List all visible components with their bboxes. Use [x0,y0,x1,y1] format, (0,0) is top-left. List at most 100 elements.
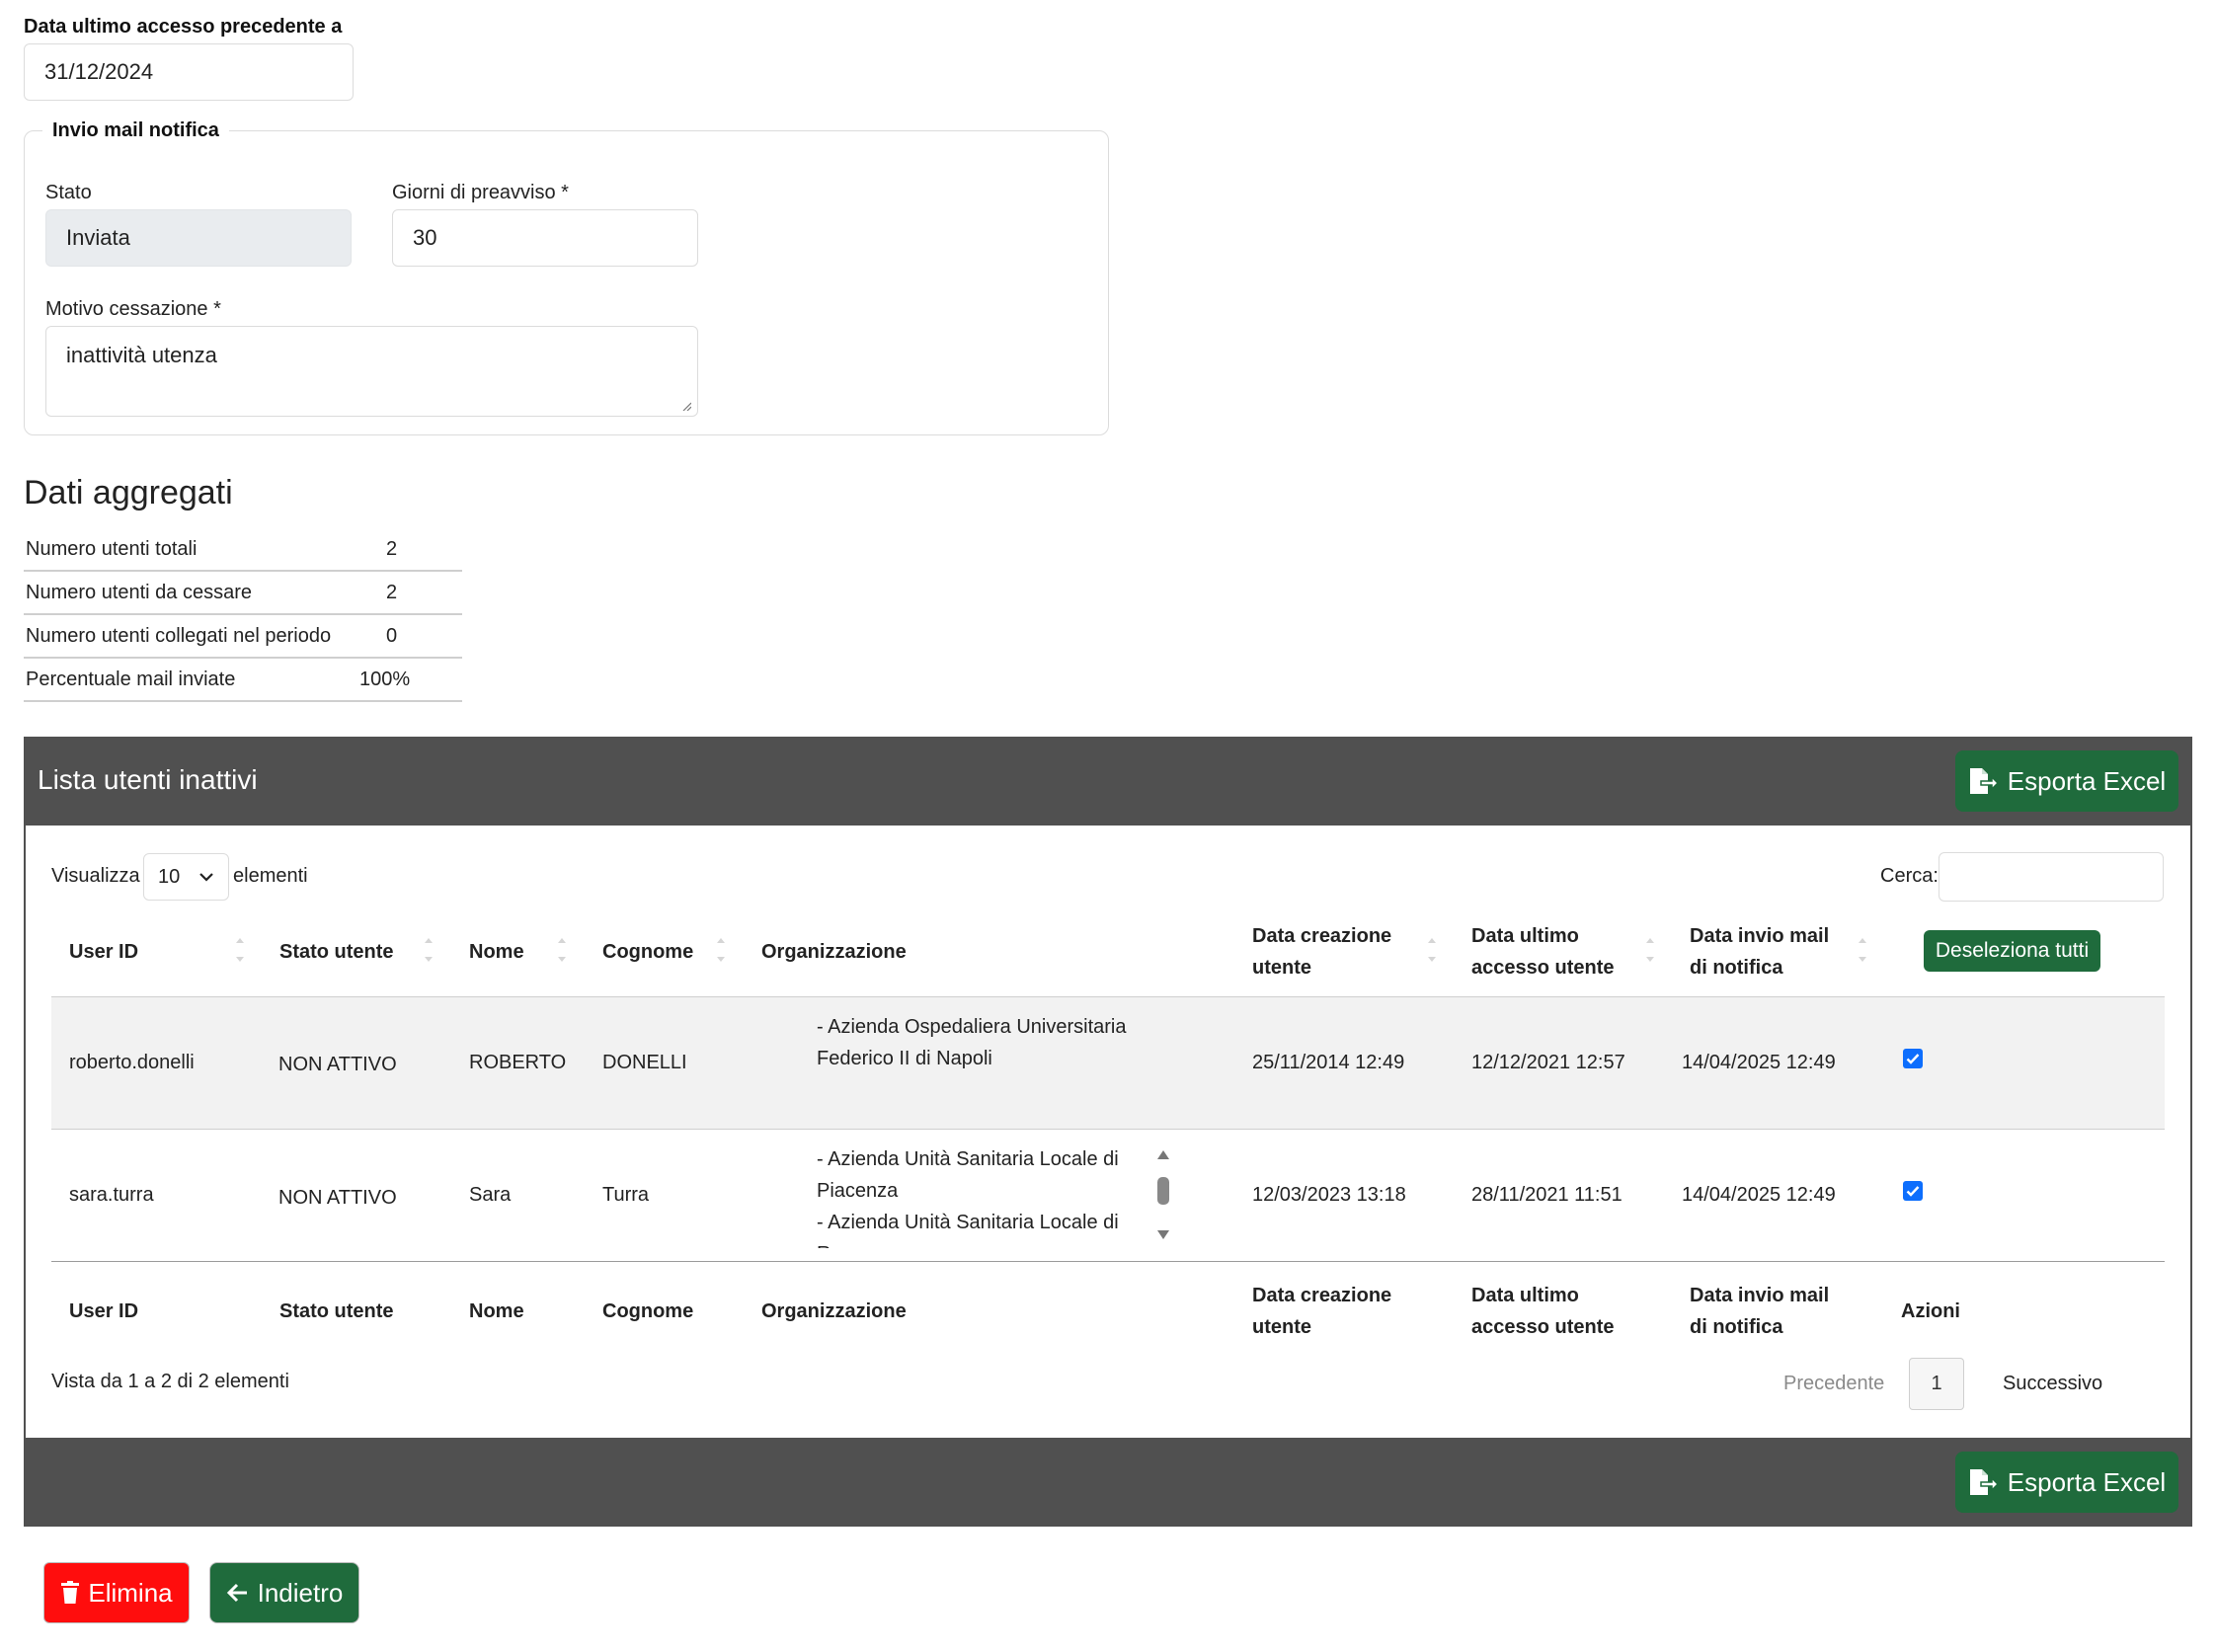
col-org[interactable]: Organizzazione [761,936,907,968]
cell-cognome: Turra [602,1184,650,1206]
search-input[interactable] [1939,852,2164,902]
stato-field: Inviata [45,209,352,267]
delete-button[interactable]: Elimina [43,1562,190,1623]
cell-accesso: 12/12/2021 12:57 [1471,1052,1625,1073]
motivo-textarea[interactable]: inattività utenza [45,326,698,417]
col-cognome[interactable]: Cognome [602,936,693,968]
page-length-value: 10 [158,865,181,888]
foot-col-user-id: User ID [69,1300,139,1322]
back-label: Indietro [257,1577,344,1608]
agg-row-connected: Numero utenti collegati nel periodo 0 [24,615,462,659]
last-access-input[interactable]: 31/12/2024 [24,43,354,101]
notify-legend: Invio mail notifica [52,119,219,141]
org-line: - Azienda Ospedaliera Universitaria [817,1016,1127,1038]
foot-col-creazione-line2: utente [1252,1316,1311,1338]
foot-col-accesso: Data ultimo accesso utente [1471,1280,1615,1343]
check-icon [1906,1186,1920,1197]
cell-accesso: 28/11/2021 11:51 [1471,1184,1622,1206]
search-label: Cerca: [1880,865,1939,887]
agg-row-total: Numero utenti totali 2 [24,528,462,572]
elements-label: elementi [233,865,308,887]
col-invio[interactable]: Data invio mail di notifica [1690,920,1829,983]
col-creazione[interactable]: Data creazione utente [1252,920,1391,983]
agg-value: 100% [359,669,411,690]
col-creazione-line1: Data creazione [1252,925,1392,947]
agg-label: Numero utenti da cessare [26,582,253,603]
last-access-label: Data ultimo accesso precedente a [24,16,343,38]
stato-label: Stato [45,182,92,203]
sort-icon[interactable] [1644,935,1656,965]
foot-col-accesso-line2: accesso utente [1471,1316,1615,1338]
resize-grip-icon[interactable] [681,401,691,411]
export-excel-button-top[interactable]: Esporta Excel [1955,750,2178,812]
col-invio-line2: di notifica [1690,957,1783,979]
foot-col-accesso-line1: Data ultimo [1471,1285,1579,1306]
cell-nome: ROBERTO [469,1052,567,1073]
table-info: Vista da 1 a 2 di 2 elementi [51,1371,289,1392]
pagination-prev[interactable]: Precedente [1783,1373,1884,1395]
row-checkbox[interactable] [1903,1181,1923,1201]
cell-stato: NON ATTIVO [278,1054,397,1075]
inactive-users-panel: Lista utenti inattivi Esporta Excel Espo… [24,737,2192,1527]
col-stato[interactable]: Stato utente [279,936,394,968]
cell-org: - Azienda Ospedaliera Universitaria Fede… [817,1011,1127,1074]
sort-icon[interactable] [715,935,727,965]
cell-creazione: 12/03/2023 13:18 [1252,1184,1406,1206]
foot-col-invio-line2: di notifica [1690,1316,1783,1338]
cell-user-id: roberto.donelli [69,1052,195,1073]
foot-col-invio-line1: Data invio mail [1690,1285,1830,1306]
arrow-left-icon [226,1583,247,1603]
sort-icon[interactable] [556,935,568,965]
deselect-all-label: Deseleziona tutti [1935,939,2090,962]
col-creazione-line2: utente [1252,957,1311,979]
foot-col-azioni: Azioni [1901,1300,1960,1322]
sort-icon[interactable] [234,935,246,965]
back-button[interactable]: Indietro [209,1562,359,1623]
agg-value: 0 [386,625,398,647]
deselect-all-button[interactable]: Deseleziona tutti [1924,930,2100,972]
pagination-page[interactable]: 1 [1909,1358,1964,1410]
col-accesso[interactable]: Data ultimo accesso utente [1471,920,1615,983]
export-excel-button-bottom[interactable]: Esporta Excel [1955,1452,2178,1513]
sort-icon[interactable] [1426,935,1438,965]
cell-org: - Azienda Unità Sanitaria Locale di Piac… [817,1143,1143,1248]
giorni-input[interactable]: 30 [392,209,698,267]
sort-icon[interactable] [1857,935,1868,965]
col-user-id[interactable]: User ID [69,936,138,968]
export-excel-label: Esporta Excel [2007,1466,2167,1497]
panel-body [24,826,2192,1438]
cell-invio: 14/04/2025 12:49 [1682,1184,1836,1206]
agg-value: 2 [386,538,398,560]
page-length-select[interactable]: 10 [143,853,229,901]
cell-user-id: sara.turra [69,1184,154,1206]
check-icon [1906,1054,1920,1064]
foot-col-creazione: Data creazione utente [1252,1280,1391,1343]
giorni-label: Giorni di preavviso * [392,182,569,203]
row-divider [51,1129,2165,1130]
agg-row-to-cease: Numero utenti da cessare 2 [24,572,462,615]
cell-stato: NON ATTIVO [278,1187,397,1209]
col-accesso-line2: accesso utente [1471,957,1615,979]
foot-col-nome: Nome [469,1300,524,1322]
foot-col-stato: Stato utente [279,1300,394,1322]
col-accesso-line1: Data ultimo [1471,925,1579,947]
delete-label: Elimina [88,1577,173,1608]
sort-icon[interactable] [423,935,435,965]
agg-label: Numero utenti collegati nel periodo [26,625,332,647]
motivo-label: Motivo cessazione * [45,298,221,320]
org-line: Piacenza [817,1180,899,1202]
org-line: - Azienda Unità Sanitaria Locale di [817,1212,1119,1233]
panel-footer: Esporta Excel [24,1438,2192,1527]
file-export-icon [1969,768,1998,794]
foot-col-org: Organizzazione [761,1300,907,1322]
chevron-down-icon [199,873,213,882]
org-scroll-area[interactable]: - Azienda Unità Sanitaria Locale di Piac… [817,1143,1143,1248]
pagination-next[interactable]: Successivo [2003,1373,2102,1395]
scrollbar[interactable] [1153,1147,1173,1244]
col-nome[interactable]: Nome [469,936,524,968]
panel-title: Lista utenti inattivi [38,764,258,795]
agg-label: Numero utenti totali [26,538,198,560]
aggregates-title: Dati aggregati [24,474,233,511]
row-checkbox[interactable] [1903,1049,1923,1068]
file-export-icon [1969,1469,1998,1495]
